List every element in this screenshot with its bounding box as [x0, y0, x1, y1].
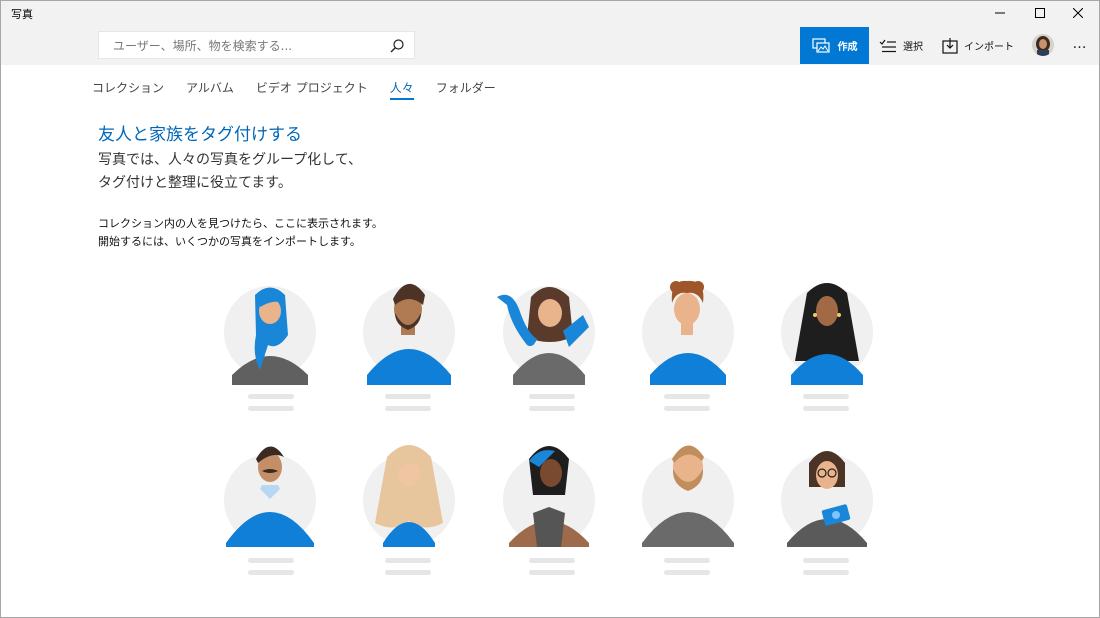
person-placeholder [779, 437, 879, 587]
person-placeholder [499, 437, 599, 587]
person-placeholder [640, 275, 740, 425]
create-label: 作成 [837, 42, 858, 53]
count-placeholder-bar [803, 570, 849, 575]
page-subtitle: 写真では、人々の写真をグループ化して、 タグ付けと整理に役立てます。 [98, 149, 362, 195]
count-placeholder-bar [664, 406, 710, 411]
empty-state-info: コレクション内の人を見つけたら、ここに表示されます。 開始するには、いくつかの写… [98, 215, 383, 251]
count-placeholder-bar [529, 570, 575, 575]
info-line-2: 開始するには、いくつかの写真をインポートします。 [98, 235, 361, 248]
person-illustration [781, 451, 873, 547]
tab-people[interactable]: 人々 [389, 79, 414, 100]
account-avatar[interactable] [1032, 34, 1054, 56]
import-label: インポート [964, 42, 1014, 53]
person-illustration [503, 446, 595, 547]
close-icon [1073, 8, 1083, 18]
subtitle-line-2: タグ付けと整理に役立てます。 [98, 175, 292, 191]
person-placeholder [222, 275, 322, 425]
tab-collection[interactable]: コレクション [92, 79, 164, 100]
close-button[interactable] [1055, 1, 1099, 25]
person-placeholder [497, 275, 597, 425]
person-placeholder [779, 275, 879, 425]
create-icon [811, 37, 830, 53]
person-illustration [642, 445, 734, 547]
title-bar: 写真 [1, 1, 1099, 25]
search-button[interactable] [390, 38, 404, 57]
person-illustration [497, 286, 595, 385]
import-button[interactable]: インポート [942, 27, 1014, 64]
person-illustration [363, 283, 455, 385]
select-button[interactable]: 選択 [879, 27, 923, 64]
person-placeholder [640, 437, 740, 587]
subtitle-line-1: 写真では、人々の写真をグループ化して、 [98, 152, 363, 168]
tab-video-projects[interactable]: ビデオ プロジェクト [256, 79, 368, 100]
count-placeholder-bar [385, 406, 431, 411]
name-placeholder-bar [803, 394, 849, 399]
name-placeholder-bar [664, 558, 710, 563]
name-placeholder-bar [248, 558, 294, 563]
import-icon [942, 37, 958, 54]
select-label: 選択 [903, 42, 923, 53]
name-placeholder-bar [529, 394, 575, 399]
name-placeholder-bar [803, 558, 849, 563]
name-placeholder-bar [664, 394, 710, 399]
more-options-button[interactable]: … [1069, 33, 1091, 55]
page-title: 友人と家族をタグ付けする [98, 125, 302, 145]
person-placeholder [361, 275, 461, 425]
command-bar: 作成 選択 インポート [1, 25, 1099, 65]
info-line-1: コレクション内の人を見つけたら、ここに表示されます。 [98, 217, 383, 230]
minimize-icon [995, 12, 1005, 14]
name-placeholder-bar [248, 394, 294, 399]
person-illustration [642, 280, 734, 385]
photos-window: 写真 作成 [0, 0, 1100, 618]
person-illustration [781, 283, 873, 385]
count-placeholder-bar [529, 406, 575, 411]
count-placeholder-bar [803, 406, 849, 411]
maximize-icon [1035, 8, 1045, 18]
person-placeholder [222, 437, 322, 587]
count-placeholder-bar [664, 570, 710, 575]
person-illustration [363, 445, 455, 547]
select-list-icon [879, 39, 896, 52]
person-placeholder [361, 437, 461, 587]
tab-folders[interactable]: フォルダー [436, 79, 496, 100]
person-illustration [224, 446, 316, 547]
person-illustration [224, 286, 316, 385]
create-button[interactable]: 作成 [800, 27, 869, 64]
count-placeholder-bar [248, 570, 294, 575]
name-placeholder-bar [385, 558, 431, 563]
search-input[interactable] [111, 32, 385, 60]
tab-albums[interactable]: アルバム [186, 79, 234, 100]
count-placeholder-bar [385, 570, 431, 575]
account-avatar-image [1032, 34, 1054, 56]
count-placeholder-bar [248, 406, 294, 411]
name-placeholder-bar [385, 394, 431, 399]
name-placeholder-bar [529, 558, 575, 563]
nav-tabs: コレクション アルバム ビデオ プロジェクト 人々 フォルダー [92, 79, 518, 100]
search-icon [390, 39, 404, 53]
search-box [98, 31, 415, 60]
app-title: 写真 [11, 8, 33, 21]
